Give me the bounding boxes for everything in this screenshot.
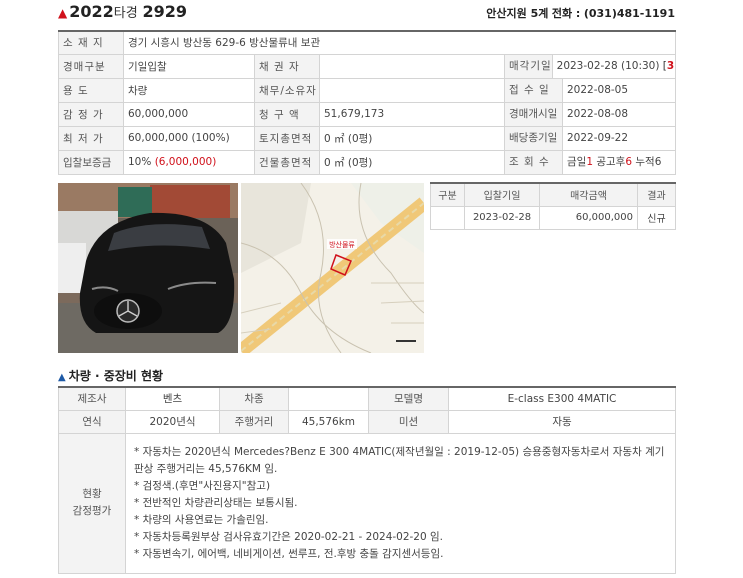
status-line: * 차량의 사용연료는 가솔린임. <box>134 513 269 526</box>
received-cell: 접 수 일 2022-08-05 <box>503 77 677 103</box>
debtor-value <box>319 77 505 103</box>
views-label: 조 회 수 <box>505 151 563 173</box>
row-gubun <box>430 205 465 230</box>
usage-label: 용 도 <box>58 77 124 103</box>
col-date: 입찰기일 <box>464 182 540 207</box>
table-row: 경매구분 기일입찰 채 권 자 매각기일 2023-02-28 (10:30) … <box>58 53 677 79</box>
status-line: * 자동차등록원부상 검사유효기간은 2020-02-21 - 2024-02-… <box>134 530 444 543</box>
model-type-label: 차종 <box>219 386 289 411</box>
table-row: 입찰보증금 10% (6,000,000) 건물총면적 0 ㎡ (0평) 조 회… <box>58 149 677 175</box>
year-label: 연식 <box>58 409 126 434</box>
views-value: 금일1 공고후6 누적6 <box>567 155 662 168</box>
status-line: * 자동차는 2020년식 Mercedes?Benz E 300 4MATIC… <box>134 445 665 475</box>
min-price-value: 60,000,000 (100%) <box>123 125 255 151</box>
table-row: 용 도 차량 채무/소유자 접 수 일 2022-08-05 <box>58 77 677 103</box>
claim-label: 청 구 액 <box>254 101 320 127</box>
min-price-label: 최 저 가 <box>58 125 124 151</box>
auction-info-table: 소 재 지 경기 시흥시 방산동 629-6 방산물류내 보관 경매구분 기일입… <box>58 30 677 175</box>
auction-type-value: 기일입찰 <box>123 53 255 79</box>
start-cell: 경매개시일 2022-08-08 <box>503 101 677 127</box>
up-triangle-icon: ▲ <box>58 6 68 20</box>
table-row: 감 정 가 60,000,000 청 구 액 51,679,173 경매개시일 … <box>58 101 677 127</box>
creditor-label: 채 권 자 <box>254 53 320 79</box>
transmission-value: 자동 <box>448 409 676 434</box>
appraisal-value: 60,000,000 <box>123 101 255 127</box>
dividend-label: 배당종기일 <box>505 127 563 149</box>
case-number: ▲ 2022타경 2929 <box>58 2 187 21</box>
status-label: 현황 감정평가 <box>58 432 126 574</box>
received-value: 2022-08-05 <box>567 83 629 96</box>
status-line: * 검정색.(후면"사진용지"참고) <box>134 479 271 492</box>
maker-label: 제조사 <box>58 386 126 411</box>
col-amount: 매각금액 <box>539 182 638 207</box>
mileage-label: 주행거리 <box>219 409 289 434</box>
col-result: 결과 <box>637 182 676 207</box>
vehicle-table: 제조사 벤츠 차종 모델명 E-class E300 4MATIC 연식 202… <box>58 386 676 574</box>
row-date: 2023-02-28 <box>464 205 540 230</box>
sale-date-label: 매각기일 <box>505 55 553 77</box>
up-triangle-icon: ▲ <box>58 372 66 383</box>
land-area-label: 토지총면적 <box>254 125 320 151</box>
deposit-value: 10% (6,000,000) <box>123 149 255 175</box>
map-label: 방산물류 <box>329 240 355 249</box>
status-description: * 자동차는 2020년식 Mercedes?Benz E 300 4MATIC… <box>125 432 676 574</box>
status-line: * 자동변속기, 에어백, 네비게이션, 썬루프, 전.후방 충돌 감지센서등임… <box>134 547 444 560</box>
claim-value: 51,679,173 <box>319 101 505 127</box>
auction-history-table: 구분 입찰기일 매각금액 결과 2023-02-28 60,000,000 신규 <box>430 182 676 230</box>
model-name-value: E-class E300 4MATIC <box>448 386 676 411</box>
location-label: 소 재 지 <box>58 30 124 55</box>
creditor-value <box>319 53 505 79</box>
sale-date-value: 2023-02-28 (10:30) [3일전] <box>556 59 675 72</box>
vehicle-photo[interactable] <box>58 183 238 353</box>
table-row: 최 저 가 60,000,000 (100%) 토지총면적 0 ㎡ (0평) 배… <box>58 125 677 151</box>
building-area-label: 건물총면적 <box>254 149 320 175</box>
table-row: 소 재 지 경기 시흥시 방산동 629-6 방산물류내 보관 <box>58 30 677 55</box>
auction-type-label: 경매구분 <box>58 53 124 79</box>
debtor-label: 채무/소유자 <box>254 77 320 103</box>
received-label: 접 수 일 <box>505 79 563 101</box>
start-value: 2022-08-08 <box>567 107 629 120</box>
dividend-value: 2022-09-22 <box>567 131 629 144</box>
building-area-value: 0 ㎡ (0평) <box>319 149 505 175</box>
table-row: 연식 2020년식 주행거리 45,576km 미션 자동 <box>58 409 676 434</box>
table-row: 2023-02-28 60,000,000 신규 <box>430 205 676 230</box>
transmission-label: 미션 <box>368 409 449 434</box>
appraisal-label: 감 정 가 <box>58 101 124 127</box>
model-type-value <box>288 386 369 411</box>
col-gubun: 구분 <box>430 182 465 207</box>
usage-value: 차량 <box>123 77 255 103</box>
mileage-value: 45,576km <box>288 409 369 434</box>
row-result: 신규 <box>637 205 676 230</box>
dividend-cell: 배당종기일 2022-09-22 <box>503 125 677 151</box>
start-label: 경매개시일 <box>505 103 563 125</box>
table-header-row: 구분 입찰기일 매각금액 결과 <box>430 182 676 207</box>
location-map[interactable]: 방산물류 <box>241 183 424 353</box>
deposit-label: 입찰보증금 <box>58 149 124 175</box>
views-cell: 조 회 수 금일1 공고후6 누적6 <box>503 149 677 175</box>
model-name-label: 모델명 <box>368 386 449 411</box>
sale-date-cell: 매각기일 2023-02-28 (10:30) [3일전] <box>503 53 677 79</box>
section-title: ▲ 차량 · 중장비 현황 <box>58 369 164 383</box>
row-amount: 60,000,000 <box>539 205 638 230</box>
year-value: 2020년식 <box>125 409 220 434</box>
maker-value: 벤츠 <box>125 386 220 411</box>
status-line: * 전반적인 차량관리상태는 보통시됨. <box>134 496 298 509</box>
table-row: 현황 감정평가 * 자동차는 2020년식 Mercedes?Benz E 300… <box>58 432 676 574</box>
case-header: ▲ 2022타경 2929 안산지원 5계 전화 : (031)481-1191 <box>58 0 675 26</box>
table-row: 제조사 벤츠 차종 모델명 E-class E300 4MATIC <box>58 386 676 411</box>
photo-gallery: 방산물류 <box>58 183 424 353</box>
land-area-value: 0 ㎡ (0평) <box>319 125 505 151</box>
court-contact: 안산지원 5계 전화 : (031)481-1191 <box>486 7 675 20</box>
location-value: 경기 시흥시 방산동 629-6 방산물류내 보관 <box>122 30 677 55</box>
